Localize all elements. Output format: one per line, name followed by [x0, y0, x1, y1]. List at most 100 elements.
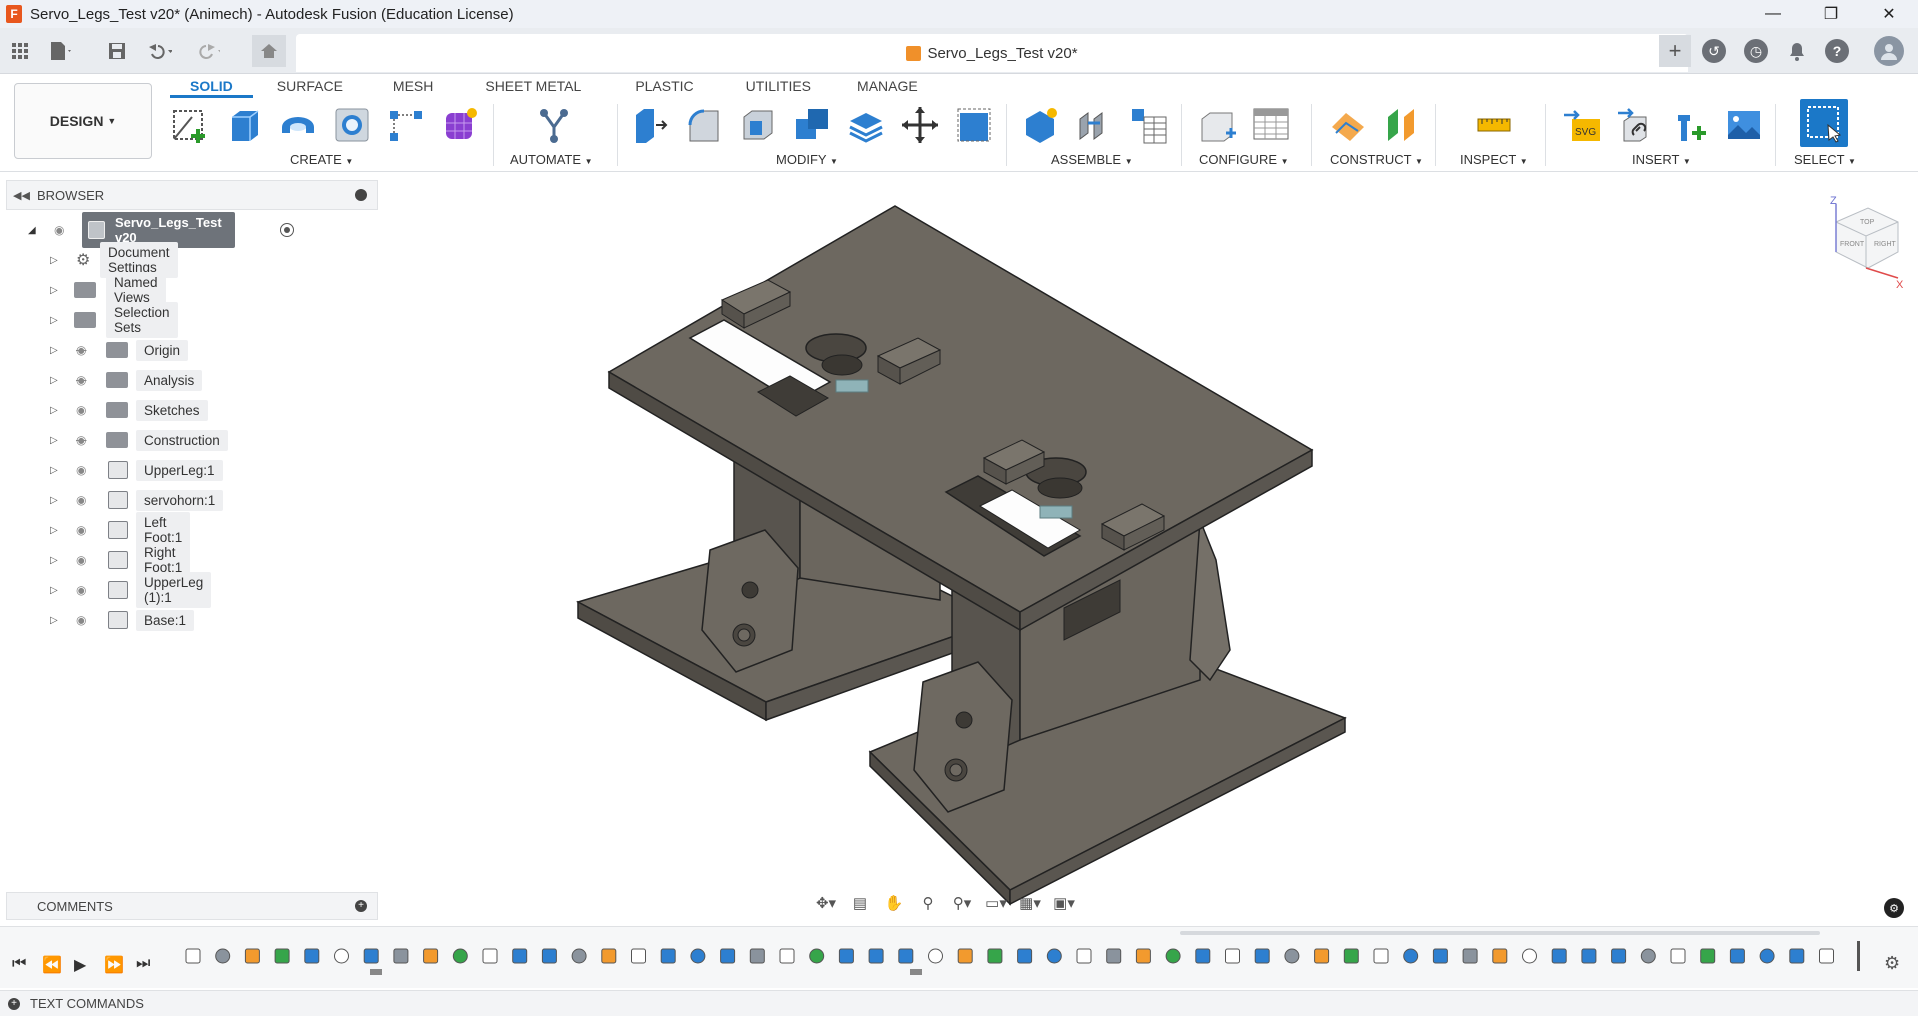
expand-triangle-icon[interactable]: ▷ — [50, 435, 60, 446]
expand-triangle-icon[interactable]: ▷ — [50, 345, 60, 356]
timeline-settings-gear-icon[interactable]: ⚙ — [1884, 953, 1900, 974]
timeline-feature-icon[interactable] — [215, 948, 231, 964]
timeline-feature-icon[interactable] — [1551, 948, 1567, 964]
timeline-feature-icon[interactable] — [1670, 948, 1686, 964]
insert-menu[interactable]: INSERT ▼ — [1632, 152, 1691, 167]
browser-panel-header[interactable]: ◀◀ BROWSER — [6, 180, 378, 210]
expand-triangle-icon[interactable]: ▷ — [50, 375, 60, 386]
job-status-clock-icon[interactable]: ◷ — [1744, 39, 1768, 63]
help-icon[interactable]: ? — [1825, 39, 1849, 63]
notifications-bell-icon[interactable] — [1784, 38, 1810, 64]
tab-mesh[interactable]: MESH — [373, 74, 453, 98]
timeline-feature-icon[interactable] — [1789, 948, 1805, 964]
select-menu[interactable]: SELECT ▼ — [1794, 152, 1856, 167]
timeline-feature-icon[interactable] — [1611, 948, 1627, 964]
timeline-feature-icon[interactable] — [868, 948, 884, 964]
hidden-eye-icon[interactable]: ◉ — [76, 343, 94, 357]
timeline-feature-icon[interactable] — [363, 948, 379, 964]
3d-viewport[interactable]: Z X TOP FRONT RIGHT ⚙ — [380, 180, 1918, 920]
bill-of-materials-icon[interactable] — [1126, 103, 1170, 147]
hidden-eye-icon[interactable]: ◉ — [76, 433, 94, 447]
timeline-feature-icon[interactable] — [690, 948, 706, 964]
grid-snaps-icon[interactable]: ▦▾ — [1016, 891, 1044, 915]
timeline-feature-icon[interactable] — [482, 948, 498, 964]
timeline-feature-icon[interactable] — [720, 948, 736, 964]
pan-hand-icon[interactable]: ✋ — [880, 891, 908, 915]
inspect-menu[interactable]: INSPECT ▼ — [1460, 152, 1528, 167]
timeline-feature-icon[interactable] — [1046, 948, 1062, 964]
create-menu[interactable]: CREATE ▼ — [290, 152, 353, 167]
visibility-eye-icon[interactable]: ◉ — [76, 583, 94, 597]
insert-canvas-icon[interactable] — [1722, 103, 1766, 147]
close-window-button[interactable]: ✕ — [1860, 0, 1918, 28]
expand-triangle-icon[interactable]: ◢ — [28, 225, 36, 236]
visibility-eye-icon[interactable]: ◉ — [76, 613, 94, 627]
timeline-feature-icon[interactable] — [1729, 948, 1745, 964]
timeline-feature-icon[interactable] — [1165, 948, 1181, 964]
timeline-feature-icon[interactable] — [1076, 948, 1092, 964]
timeline-feature-icon[interactable] — [779, 948, 795, 964]
visibility-eye-icon[interactable]: ◉ — [76, 523, 94, 537]
revolve-icon[interactable] — [276, 103, 320, 147]
step-forward-icon[interactable]: ⏩ — [104, 955, 124, 975]
timeline-feature-icon[interactable] — [1492, 948, 1508, 964]
hidden-eye-icon[interactable]: ◉ — [76, 373, 94, 387]
visibility-eye-icon[interactable]: ◉ — [76, 463, 94, 477]
timeline-feature-icon[interactable] — [898, 948, 914, 964]
create-sketch-icon[interactable] — [168, 103, 212, 147]
user-avatar[interactable] — [1874, 36, 1904, 66]
timeline-feature-icon[interactable] — [809, 948, 825, 964]
timeline-feature-icon[interactable] — [1819, 948, 1834, 964]
timeline-feature-icon[interactable] — [1640, 948, 1656, 964]
go-to-end-icon[interactable]: ⏭ — [136, 955, 150, 973]
timeline-feature-icon[interactable] — [1314, 948, 1330, 964]
extrude-icon[interactable] — [222, 103, 266, 147]
plane-at-angle-icon[interactable] — [1380, 103, 1424, 147]
timeline-features[interactable] — [180, 941, 1860, 977]
create-form-icon[interactable] — [438, 103, 482, 147]
timeline-scrollbar[interactable] — [1180, 931, 1820, 935]
timeline-feature-icon[interactable] — [1403, 948, 1419, 964]
timeline-feature-icon[interactable] — [1195, 948, 1211, 964]
minimize-button[interactable]: — — [1744, 0, 1802, 28]
configuration-table-icon[interactable] — [1250, 103, 1294, 147]
visibility-eye-icon[interactable]: ◉ — [76, 403, 94, 417]
tab-manage[interactable]: MANAGE — [837, 74, 938, 98]
expand-triangle-icon[interactable]: ▷ — [50, 615, 60, 626]
timeline-feature-icon[interactable] — [1135, 948, 1151, 964]
timeline-feature-icon[interactable] — [660, 948, 676, 964]
select-tool-icon[interactable] — [1800, 99, 1848, 147]
timeline-rollback-marker[interactable] — [370, 969, 382, 975]
zoom-icon[interactable]: ⚲ — [914, 891, 942, 915]
timeline-feature-icon[interactable] — [512, 948, 528, 964]
timeline-marker[interactable] — [1857, 941, 1860, 971]
move-copy-icon[interactable] — [898, 103, 942, 147]
expand-triangle-icon[interactable]: ▷ — [50, 405, 60, 416]
timeline-feature-icon[interactable] — [1462, 948, 1478, 964]
timeline-feature-icon[interactable] — [541, 948, 557, 964]
undo-icon[interactable] — [146, 38, 172, 64]
expand-triangle-icon[interactable]: ▷ — [50, 315, 60, 326]
tab-solid[interactable]: SOLID — [170, 74, 253, 98]
timeline-feature-icon[interactable] — [423, 948, 439, 964]
collapse-panel-icon[interactable]: ◀◀ — [13, 189, 30, 202]
timeline-feature-icon[interactable] — [631, 948, 646, 964]
expand-triangle-icon[interactable]: ▷ — [50, 585, 60, 596]
tab-surface[interactable]: SURFACE — [257, 74, 363, 98]
timeline-feature-icon[interactable] — [987, 948, 1003, 964]
configure-icon[interactable] — [1196, 103, 1240, 147]
extensions-icon[interactable]: ↺ — [1702, 39, 1726, 63]
workspace-switcher-button[interactable]: DESIGN ▼ — [14, 83, 152, 159]
visibility-eye-icon[interactable]: ◉ — [76, 553, 94, 567]
insert-mcmaster-icon[interactable] — [1668, 103, 1712, 147]
timeline-feature-icon[interactable] — [1759, 948, 1775, 964]
timeline-feature-icon[interactable] — [185, 948, 201, 964]
tab-sheet-metal[interactable]: SHEET METAL — [465, 74, 601, 98]
automate-menu[interactable]: AUTOMATE ▼ — [510, 152, 593, 167]
combine-icon[interactable] — [790, 103, 834, 147]
display-settings-icon[interactable]: ⚙ — [1884, 898, 1904, 918]
timeline-feature-icon[interactable] — [1017, 948, 1033, 964]
configure-menu[interactable]: CONFIGURE ▼ — [1199, 152, 1289, 167]
construct-menu[interactable]: CONSTRUCT ▼ — [1330, 152, 1423, 167]
pattern-icon[interactable] — [384, 103, 428, 147]
